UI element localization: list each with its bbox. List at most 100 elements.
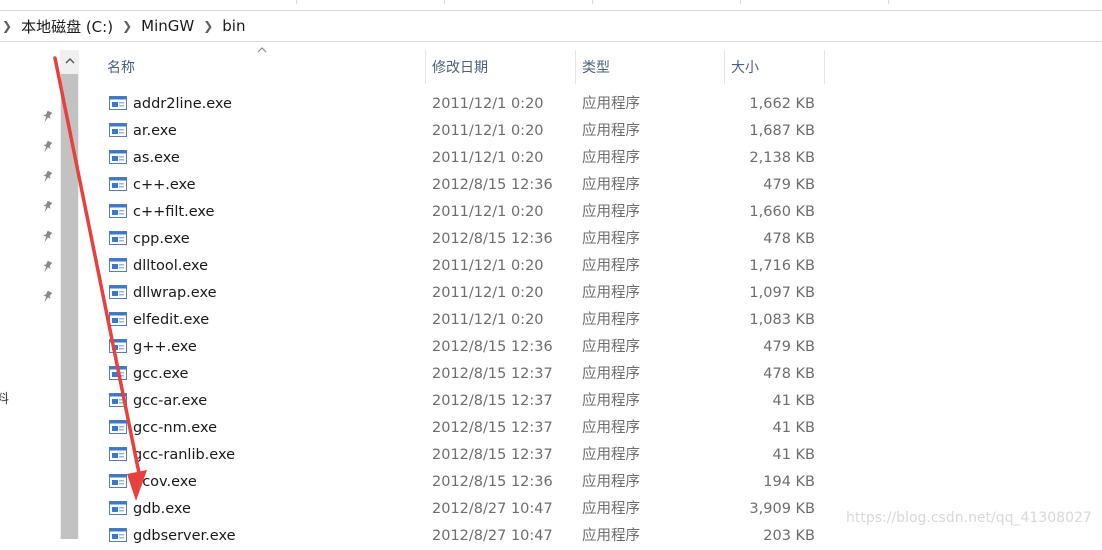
application-icon	[109, 311, 127, 327]
pin-icon[interactable]	[41, 170, 53, 184]
file-type: 应用程序	[582, 177, 640, 193]
pin-icon[interactable]	[41, 140, 53, 154]
file-row[interactable]: elfedit.exe 2011/12/1 0:20 应用程序 1,083 KB	[100, 307, 825, 334]
file-date: 2012/8/27 10:47	[432, 501, 553, 517]
file-type: 应用程序	[582, 528, 640, 544]
pin-icon[interactable]	[41, 290, 53, 304]
file-row[interactable]: addr2line.exe 2011/12/1 0:20 应用程序 1,662 KB	[100, 91, 825, 118]
file-row[interactable]: c++filt.exe 2011/12/1 0:20 应用程序 1,660 KB	[100, 199, 825, 226]
scroll-up-button[interactable]	[60, 50, 79, 72]
file-row[interactable]: dlltool.exe 2011/12/1 0:20 应用程序 1,716 KB	[100, 253, 825, 280]
file-date: 2012/8/15 12:36	[432, 177, 553, 193]
file-type: 应用程序	[582, 285, 640, 301]
file-size: 41 KB	[772, 420, 815, 436]
file-name: gcc-ar.exe	[133, 393, 208, 409]
file-type: 应用程序	[582, 366, 640, 382]
file-row[interactable]: gcc.exe 2012/8/15 12:37 应用程序 478 KB	[100, 361, 825, 388]
application-icon	[109, 419, 127, 435]
file-type: 应用程序	[582, 420, 640, 436]
application-icon	[109, 95, 127, 111]
chevron-right-icon[interactable]: ❯	[122, 19, 132, 33]
file-row[interactable]: gcc-ranlib.exe 2012/8/15 12:37 应用程序 41 KB	[100, 442, 825, 469]
file-date: 2011/12/1 0:20	[432, 150, 544, 166]
breadcrumb-item-mingw[interactable]: MinGW	[141, 17, 194, 35]
column-header-date[interactable]: 修改日期	[425, 50, 575, 84]
file-date: 2012/8/15 12:36	[432, 474, 553, 490]
scroll-thumb[interactable]	[61, 74, 78, 539]
application-icon	[109, 446, 127, 462]
file-date: 2011/12/1 0:20	[432, 96, 544, 112]
file-size: 1,662 KB	[749, 96, 815, 112]
file-date: 2012/8/15 12:36	[432, 231, 553, 247]
file-type: 应用程序	[582, 312, 640, 328]
chevron-right-icon[interactable]: ❯	[2, 19, 12, 33]
pin-icon[interactable]	[41, 200, 53, 214]
file-date: 2012/8/15 12:37	[432, 366, 553, 382]
file-size: 194 KB	[763, 474, 815, 490]
file-row[interactable]: g++.exe 2012/8/15 12:36 应用程序 479 KB	[100, 334, 825, 361]
file-name: gcc.exe	[133, 366, 189, 382]
application-icon	[109, 230, 127, 246]
file-name: g++.exe	[133, 339, 197, 355]
file-name: addr2line.exe	[133, 96, 232, 112]
file-name: c++filt.exe	[133, 204, 215, 220]
application-icon	[109, 473, 127, 489]
file-type: 应用程序	[582, 501, 640, 517]
file-size: 203 KB	[763, 528, 815, 544]
file-size: 1,687 KB	[749, 123, 815, 139]
breadcrumb-item-bin[interactable]: bin	[222, 17, 245, 35]
file-size: 479 KB	[763, 177, 815, 193]
application-icon	[109, 257, 127, 273]
application-icon	[109, 365, 127, 381]
file-row[interactable]: c++.exe 2012/8/15 12:36 应用程序 479 KB	[100, 172, 825, 199]
column-header-size[interactable]: 大小	[724, 50, 824, 84]
file-name: elfedit.exe	[133, 312, 210, 328]
file-size: 3,909 KB	[749, 501, 815, 517]
file-name: cpp.exe	[133, 231, 190, 247]
pin-icon[interactable]	[41, 230, 53, 244]
file-type: 应用程序	[582, 393, 640, 409]
file-name: as.exe	[133, 150, 180, 166]
application-icon	[109, 203, 127, 219]
toolbar-separator	[888, 0, 889, 4]
nav-scrollbar[interactable]	[60, 50, 79, 539]
application-icon	[109, 176, 127, 192]
file-row[interactable]: gcc-nm.exe 2012/8/15 12:37 应用程序 41 KB	[100, 415, 825, 442]
file-size: 479 KB	[763, 339, 815, 355]
toolbar-separator	[296, 0, 297, 4]
file-row[interactable]: dllwrap.exe 2011/12/1 0:20 应用程序 1,097 KB	[100, 280, 825, 307]
file-row[interactable]: gdb.exe 2012/8/27 10:47 应用程序 3,909 KB	[100, 496, 825, 523]
file-size: 478 KB	[763, 231, 815, 247]
file-row[interactable]: gdbserver.exe 2012/8/27 10:47 应用程序 203 KB	[100, 523, 825, 550]
file-size: 41 KB	[772, 393, 815, 409]
file-date: 2011/12/1 0:20	[432, 285, 544, 301]
file-name: gcov.exe	[133, 474, 197, 490]
column-header-name[interactable]: 名称	[100, 50, 425, 84]
file-date: 2012/8/15 12:37	[432, 447, 553, 463]
file-size: 1,660 KB	[749, 204, 815, 220]
column-header-type[interactable]: 类型	[575, 50, 724, 84]
nav-item-label[interactable]: 料	[0, 388, 9, 407]
application-icon	[109, 527, 127, 543]
watermark: https://blog.csdn.net/qq_41308027	[846, 510, 1092, 526]
toolbar-separator	[592, 0, 593, 4]
file-row[interactable]: gcc-ar.exe 2012/8/15 12:37 应用程序 41 KB	[100, 388, 825, 415]
address-bar[interactable]: ❯ 本地磁盘 (C:) ❯ MinGW ❯ bin	[0, 10, 1102, 42]
file-row[interactable]: gcov.exe 2012/8/15 12:36 应用程序 194 KB	[100, 469, 825, 496]
file-row[interactable]: cpp.exe 2012/8/15 12:36 应用程序 478 KB	[100, 226, 825, 253]
file-name: gcc-nm.exe	[133, 420, 218, 436]
chevron-right-icon[interactable]: ❯	[203, 19, 213, 33]
file-row[interactable]: ar.exe 2011/12/1 0:20 应用程序 1,687 KB	[100, 118, 825, 145]
pin-icon[interactable]	[41, 110, 53, 124]
file-date: 2012/8/15 12:36	[432, 339, 553, 355]
column-divider[interactable]	[824, 50, 825, 84]
file-size: 1,097 KB	[749, 285, 815, 301]
file-row[interactable]: as.exe 2011/12/1 0:20 应用程序 2,138 KB	[100, 145, 825, 172]
pin-icon[interactable]	[41, 260, 53, 274]
breadcrumb-item-drive[interactable]: 本地磁盘 (C:)	[21, 16, 113, 37]
file-type: 应用程序	[582, 474, 640, 490]
file-size: 1,083 KB	[749, 312, 815, 328]
file-name: gdbserver.exe	[133, 528, 236, 544]
file-size: 478 KB	[763, 366, 815, 382]
application-icon	[109, 149, 127, 165]
